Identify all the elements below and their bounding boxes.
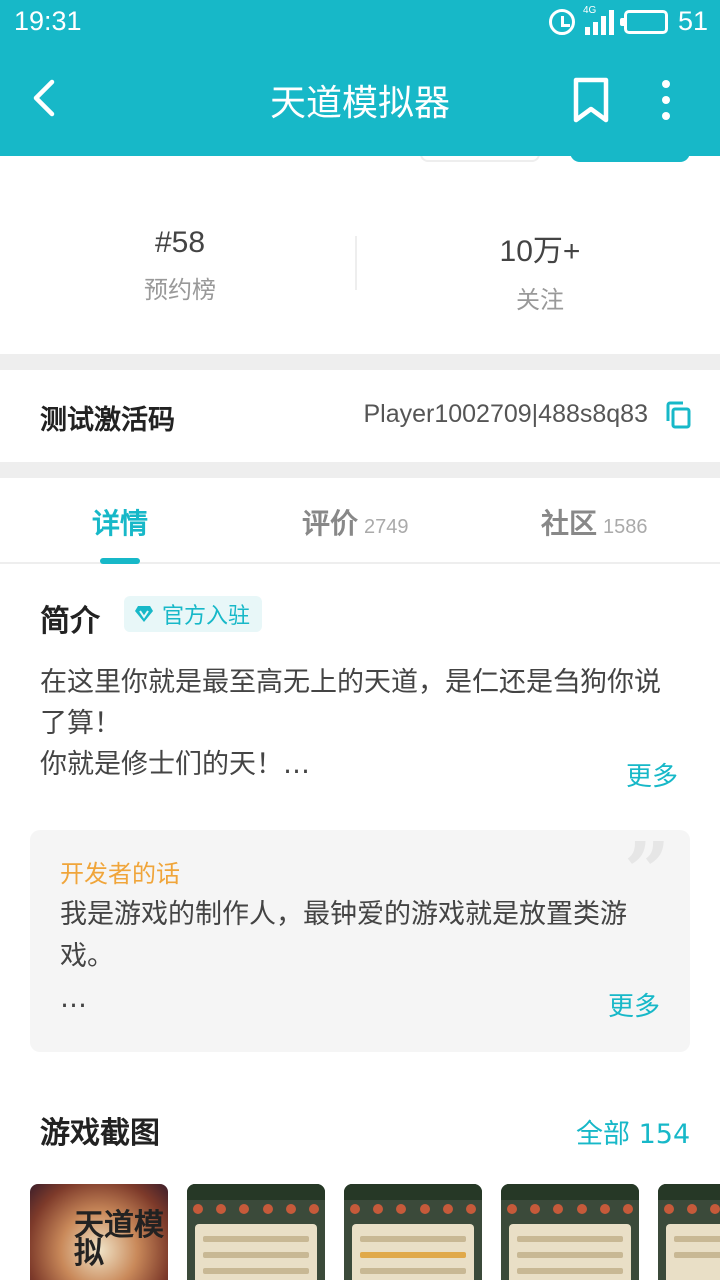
developer-ellipsis: …	[60, 983, 87, 1014]
cover-title-art: 天道模拟	[74, 1208, 164, 1271]
developer-text: 我是游戏的制作人，最钟爱的游戏就是放置类游戏。 …	[60, 894, 670, 1020]
developer-more-link[interactable]: 更多	[608, 986, 660, 1023]
stat-followers[interactable]: 10万+ 关注	[360, 156, 720, 354]
tab-bar: 详情 评价 2749 社区 1586	[0, 478, 720, 564]
signal-icon: 4G	[583, 5, 614, 35]
screenshots-all-link[interactable]: 全部 154	[576, 1112, 690, 1151]
copy-icon[interactable]	[664, 400, 692, 430]
status-bar: 19:31 4G 51	[0, 0, 720, 44]
tab-label: 评价	[302, 507, 359, 540]
official-badge: 官方入驻	[124, 596, 263, 632]
intro-text: 在这里你就是最至高无上的天道，是仁还是刍狗你说了算！ 你就是修士们的天！…	[40, 662, 680, 785]
stat-value: 10万+	[499, 235, 581, 268]
badge-label: 官方入驻	[162, 604, 251, 629]
battery-level: 51	[677, 6, 708, 36]
activation-code: Player1002709|488s8q83	[363, 400, 648, 428]
stats-row: #58 预约榜 10万+ 关注	[0, 156, 720, 354]
developer-label: 开发者的话	[60, 860, 180, 888]
network-type: 4G	[582, 4, 597, 16]
developer-note-card: ” 开发者的话 我是游戏的制作人，最钟爱的游戏就是放置类游戏。 … 更多	[30, 824, 690, 1052]
tab-reviews[interactable]: 评价 2749	[302, 502, 409, 542]
screenshot-thumbnail[interactable]	[658, 1184, 720, 1280]
intro-more-link[interactable]: 更多	[626, 756, 678, 793]
intro-line: 在这里你就是最至高无上的天道，是仁还是刍狗你说了算！	[40, 667, 661, 739]
battery-icon	[619, 9, 668, 34]
stat-label: 关注	[516, 286, 564, 314]
nav-bar: 天道模拟器	[0, 44, 720, 156]
tab-details[interactable]: 详情	[92, 502, 148, 542]
active-tab-indicator	[100, 558, 140, 564]
screenshot-strip[interactable]: 天道模拟	[30, 1184, 720, 1280]
status-time: 19:31	[14, 6, 82, 36]
intro-line: 你就是修士们的天！…	[40, 749, 310, 780]
activation-code-row: 测试激活码 Player1002709|488s8q83	[0, 370, 720, 462]
screenshot-thumbnail[interactable]	[344, 1184, 482, 1280]
activation-label: 测试激活码	[40, 405, 175, 436]
developer-text-line: 我是游戏的制作人，最钟爱的游戏就是放置类游戏。	[60, 899, 627, 972]
tab-count: 1586	[603, 516, 648, 538]
screenshot-thumbnail[interactable]	[501, 1184, 639, 1280]
tab-count: 2749	[364, 516, 409, 538]
screenshots-title: 游戏截图	[40, 1116, 160, 1151]
stat-ranking[interactable]: #58 预约榜	[0, 156, 360, 354]
intro-title: 简介	[40, 604, 100, 639]
screenshot-thumbnail[interactable]: 天道模拟	[30, 1184, 168, 1280]
screenshot-thumbnail[interactable]	[187, 1184, 325, 1280]
section-divider	[0, 354, 720, 370]
tab-community[interactable]: 社区 1586	[541, 502, 648, 542]
diamond-icon	[135, 606, 153, 622]
stat-value: #58	[154, 226, 206, 259]
stat-divider	[355, 236, 357, 290]
stat-label: 预约榜	[144, 276, 216, 304]
section-divider	[0, 462, 720, 478]
alarm-icon	[548, 8, 575, 35]
page-title: 天道模拟器	[269, 83, 450, 124]
more-options-icon[interactable]	[654, 78, 678, 122]
top-app-bar: 19:31 4G 51 天道模拟器	[0, 0, 720, 156]
tab-label: 详情	[92, 507, 149, 540]
bookmark-icon[interactable]	[570, 76, 612, 124]
tab-label: 社区	[541, 507, 598, 540]
